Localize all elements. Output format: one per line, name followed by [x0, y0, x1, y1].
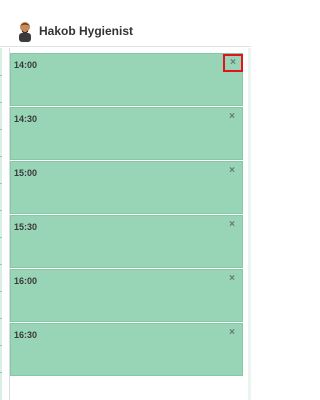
- close-icon: ×: [229, 165, 235, 176]
- remove-slot-button[interactable]: ×: [224, 164, 240, 178]
- schedule-page: Hakob Hygienist 14:00 × 14:30 × 15:00 × …: [0, 0, 251, 400]
- time-slot[interactable]: 14:30 ×: [10, 107, 243, 160]
- time-slot[interactable]: 15:00 ×: [10, 161, 243, 214]
- slot-time-label: 15:00: [14, 168, 38, 178]
- right-rail: [248, 48, 251, 400]
- time-slot[interactable]: 14:00 ×: [10, 53, 243, 106]
- time-slot[interactable]: 16:00 ×: [10, 269, 243, 322]
- provider-name: Hakob Hygienist: [39, 24, 134, 38]
- remove-slot-button[interactable]: ×: [224, 110, 240, 124]
- slot-time-label: 15:30: [14, 222, 38, 232]
- time-slot[interactable]: 16:30 ×: [10, 323, 243, 376]
- time-slot[interactable]: 15:30 ×: [10, 215, 243, 268]
- time-slot-list: 14:00 × 14:30 × 15:00 × 15:30 × 16:00 × …: [10, 53, 243, 377]
- slot-time-label: 14:30: [14, 114, 38, 124]
- slot-time-label: 16:30: [14, 330, 38, 340]
- close-icon: ×: [229, 273, 235, 284]
- close-icon: ×: [229, 111, 235, 122]
- provider-header: Hakob Hygienist: [0, 0, 251, 47]
- left-rail: [0, 48, 2, 400]
- close-icon: ×: [229, 219, 235, 230]
- remove-slot-button[interactable]: ×: [223, 54, 243, 72]
- slot-time-label: 14:00: [14, 60, 38, 70]
- remove-slot-button[interactable]: ×: [224, 326, 240, 340]
- slot-time-label: 16:00: [14, 276, 38, 286]
- remove-slot-button[interactable]: ×: [224, 218, 240, 232]
- remove-slot-button[interactable]: ×: [224, 272, 240, 286]
- close-icon: ×: [229, 327, 235, 338]
- close-icon: ×: [230, 57, 236, 68]
- person-avatar-icon: [19, 22, 31, 42]
